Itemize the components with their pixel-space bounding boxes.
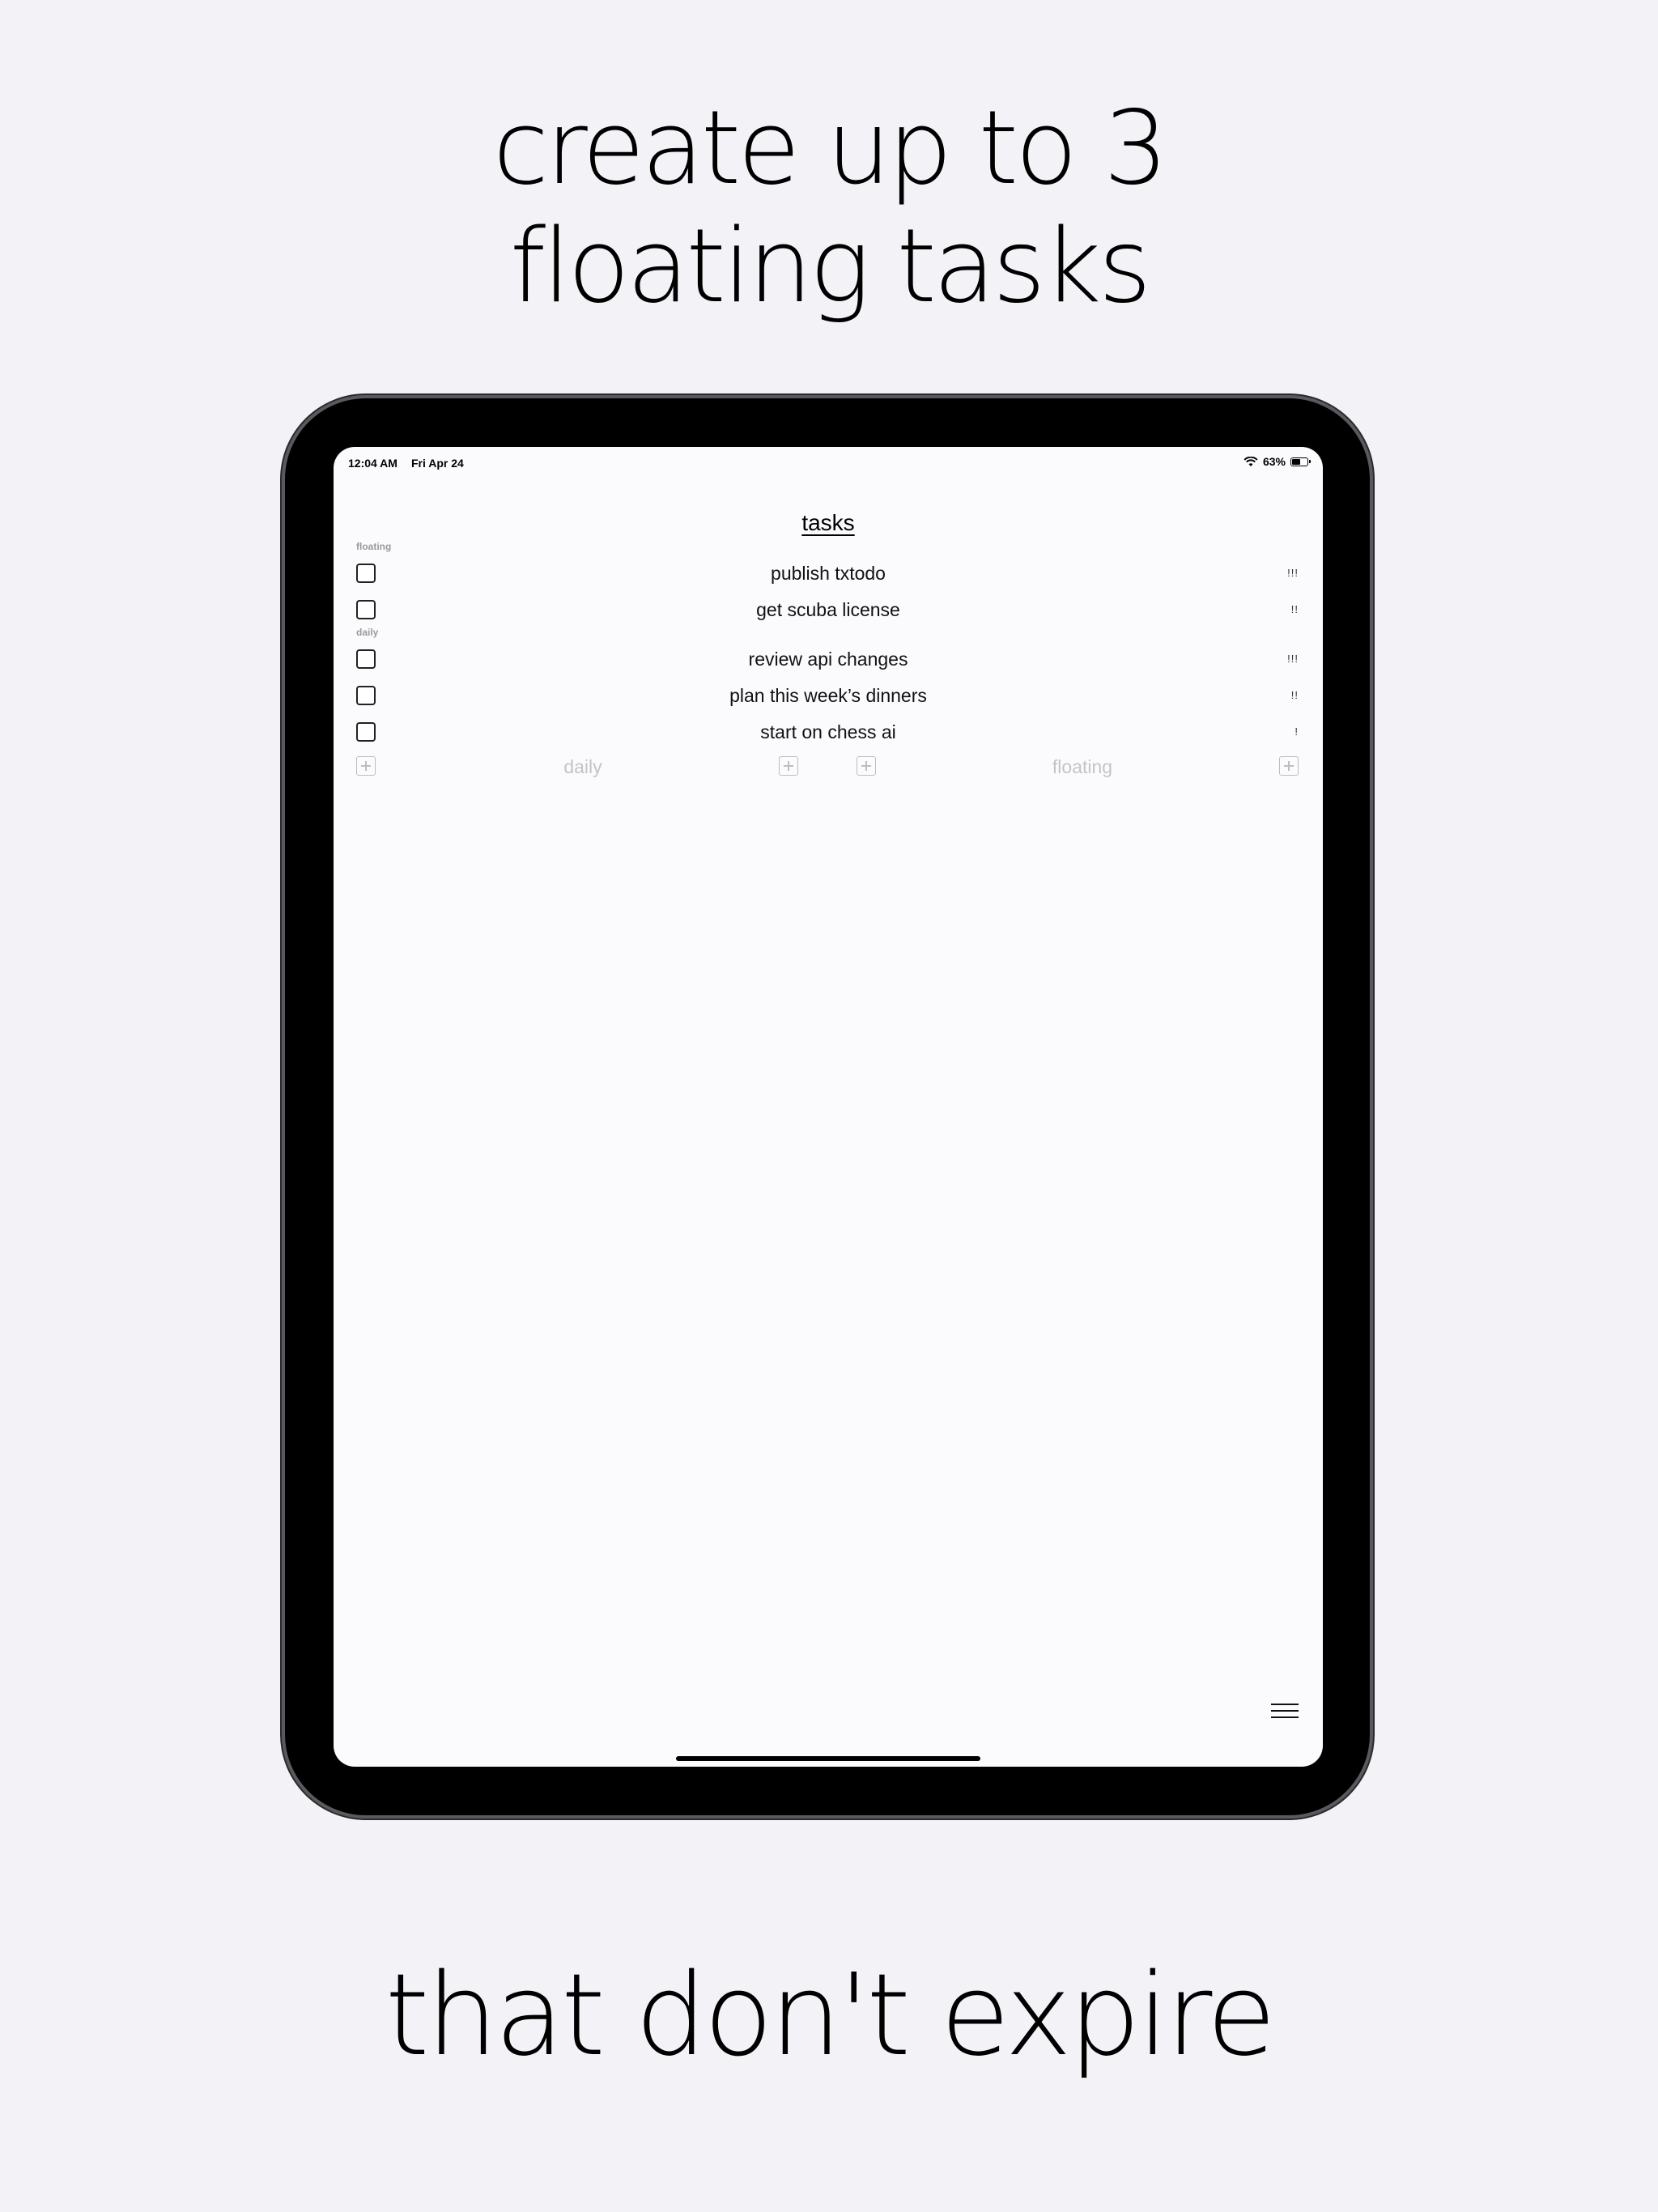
task-text[interactable]: plan this week’s dinners — [356, 685, 1300, 707]
headline-top: create up to 3 floating tasks — [0, 89, 1658, 325]
task-text[interactable]: review api changes — [356, 649, 1300, 670]
status-right: 63% — [1244, 455, 1311, 468]
add-daily-plus-icon[interactable] — [356, 756, 376, 776]
add-floating-input[interactable]: floating — [887, 756, 1278, 778]
add-floating-confirm-icon[interactable] — [1279, 756, 1299, 776]
task-row: start on chess ai ! — [356, 721, 1300, 747]
section-label-daily: daily — [356, 627, 379, 638]
home-indicator — [676, 1756, 980, 1761]
task-priority: ! — [1295, 725, 1299, 738]
tablet-screen: 12:04 AM Fri Apr 24 63% tasks floating p… — [334, 447, 1323, 1767]
task-row: review api changes !!! — [356, 648, 1300, 674]
headline-line-1: create up to 3 — [492, 88, 1169, 207]
status-date: Fri Apr 24 — [411, 457, 464, 470]
task-priority: !!! — [1287, 567, 1299, 579]
add-daily-confirm-icon[interactable] — [779, 756, 798, 776]
headline-line-2: floating tasks — [509, 206, 1151, 325]
add-floating-plus-icon[interactable] — [857, 756, 876, 776]
wifi-icon — [1244, 456, 1258, 466]
task-priority: !! — [1290, 603, 1299, 615]
add-task-row: daily floating — [356, 756, 1300, 781]
task-priority: !!! — [1287, 653, 1299, 665]
task-row: publish txtodo !!! — [356, 562, 1300, 588]
page-title: tasks — [801, 510, 855, 535]
status-bar: 12:04 AM Fri Apr 24 63% — [348, 452, 1311, 474]
battery-fill — [1292, 458, 1301, 465]
task-row: plan this week’s dinners !! — [356, 684, 1300, 710]
battery-percent: 63% — [1262, 455, 1286, 468]
add-daily-input[interactable]: daily — [389, 756, 777, 778]
task-priority: !! — [1290, 689, 1299, 701]
menu-icon[interactable] — [1271, 1704, 1299, 1720]
headline-bottom: that don't expire — [385, 1950, 1277, 2082]
battery-icon — [1290, 457, 1311, 466]
task-text[interactable]: get scuba license — [356, 599, 1300, 621]
task-text[interactable]: start on chess ai — [356, 721, 1300, 743]
section-label-floating: floating — [356, 541, 392, 552]
status-time: 12:04 AM — [348, 457, 397, 470]
task-text[interactable]: publish txtodo — [356, 563, 1300, 585]
task-row: get scuba license !! — [356, 598, 1300, 624]
